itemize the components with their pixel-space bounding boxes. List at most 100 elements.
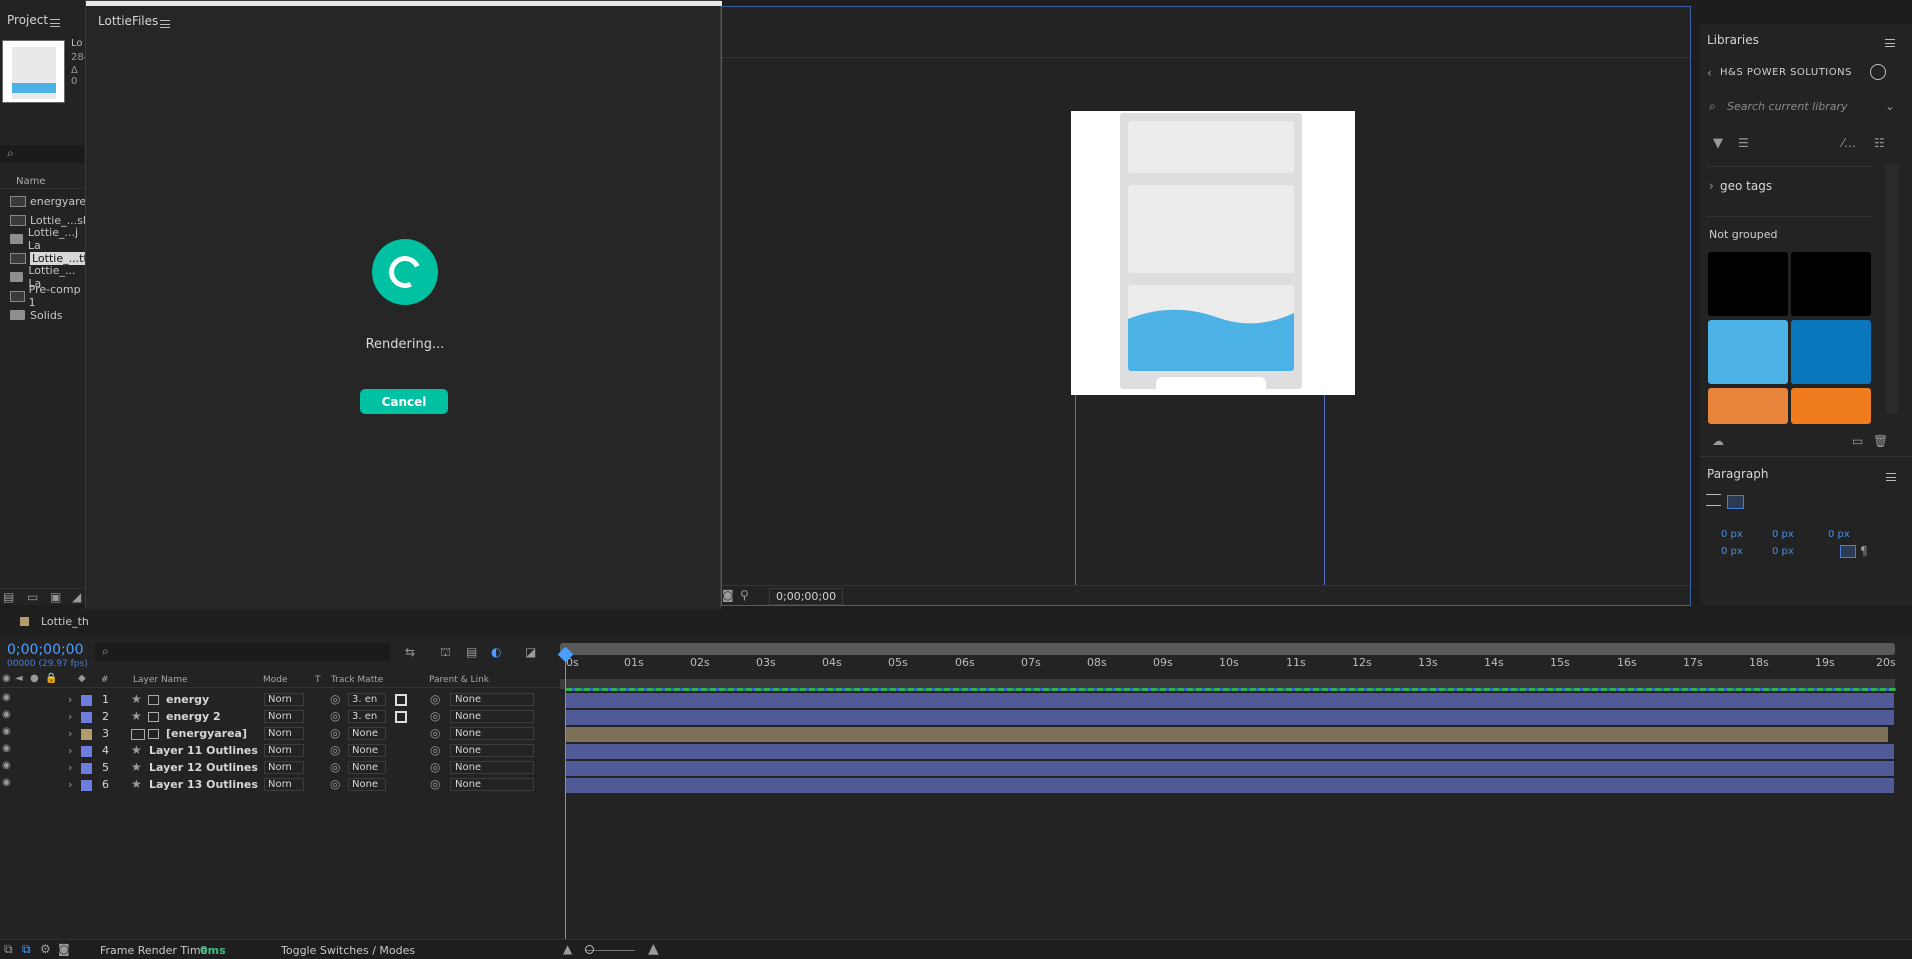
align-left-icon[interactable]: [1706, 494, 1721, 506]
color-swatch[interactable]: [1708, 252, 1788, 316]
project-search-input[interactable]: ⌕: [0, 145, 85, 163]
project-name-column[interactable]: Name: [16, 176, 46, 187]
color-swatch[interactable]: [1708, 320, 1788, 384]
group-chevron-icon[interactable]: ›: [1709, 180, 1714, 192]
cloud-icon[interactable]: ☁: [1712, 435, 1724, 447]
pickwhip-icon[interactable]: ◎: [430, 778, 440, 790]
expand-chevron-icon[interactable]: ›: [68, 778, 72, 791]
new-folder-icon[interactable]: ▭: [27, 591, 38, 603]
graph-editor-icon[interactable]: ◪: [525, 646, 536, 658]
shy-layers-icon[interactable]: ▤: [466, 646, 477, 658]
frame-blending-icon[interactable]: ◐: [491, 646, 501, 658]
comp-canvas[interactable]: [1071, 111, 1355, 395]
folder-icon[interactable]: ▭: [1852, 435, 1863, 447]
sort-icon[interactable]: ☰: [1738, 137, 1749, 149]
color-swatch[interactable]: [1791, 320, 1871, 384]
library-search-field[interactable]: ⌕ Search current library ⌄: [1707, 96, 1895, 118]
viewer-timecode[interactable]: 0;00;00;00: [769, 588, 844, 605]
paragraph-menu-icon[interactable]: [1886, 473, 1896, 481]
lottiefiles-title[interactable]: LottieFiles: [98, 14, 158, 28]
label-color[interactable]: [81, 763, 92, 774]
align-center-icon[interactable]: [1727, 495, 1744, 509]
indent-first-value[interactable]: 0 px: [1772, 529, 1794, 540]
track-matte-select[interactable]: None: [348, 744, 386, 757]
layer-bar[interactable]: [566, 744, 1894, 759]
track-matte-select[interactable]: None: [348, 727, 386, 740]
layer-row[interactable]: ◉ › 6 ★ Layer 13 Outlines Norn ◎ None ◎ …: [0, 777, 552, 794]
pickwhip-icon[interactable]: ◎: [430, 744, 440, 756]
transfer-controls-icon[interactable]: ⧉: [22, 943, 31, 955]
layer-bar[interactable]: [566, 778, 1894, 793]
parent-select[interactable]: None: [450, 710, 534, 723]
zoom-out-icon[interactable]: ▲: [563, 943, 572, 955]
layer-bar[interactable]: [566, 761, 1894, 776]
pickwhip-icon[interactable]: ◎: [430, 761, 440, 773]
expand-chevron-icon[interactable]: ›: [68, 693, 72, 706]
matte-toggle[interactable]: [395, 711, 407, 723]
col-layer-name[interactable]: Layer Name: [133, 675, 188, 685]
project-item[interactable]: Pre-comp 1: [10, 283, 85, 309]
timeline-search-input[interactable]: ⌕: [95, 643, 390, 661]
matte-link-icon[interactable]: ◎: [330, 761, 340, 773]
libraries-menu-icon[interactable]: [1885, 39, 1895, 47]
layer-name[interactable]: [energyarea]: [166, 727, 247, 740]
lottiefiles-menu-icon[interactable]: [160, 20, 170, 28]
trash-icon[interactable]: 🗑: [1873, 435, 1888, 447]
matte-link-icon[interactable]: ◎: [330, 710, 340, 722]
visibility-icon[interactable]: ◉: [2, 761, 11, 771]
project-panel-title[interactable]: Project: [7, 13, 48, 27]
parent-select[interactable]: None: [450, 693, 534, 706]
label-color[interactable]: [81, 712, 92, 723]
comp-mini-flowchart-icon[interactable]: ⇆: [405, 646, 415, 658]
layer-row[interactable]: ◉ › 2 ★ energy 2 Norn ◎ 3. en ◎ None: [0, 709, 552, 726]
visibility-icon[interactable]: ◉: [2, 710, 11, 720]
new-comp-icon[interactable]: ▣: [50, 591, 61, 603]
color-swatch[interactable]: [1708, 388, 1788, 424]
visibility-icon[interactable]: ◉: [2, 778, 11, 788]
layer-switches-icon[interactable]: ⧉: [4, 943, 13, 955]
visibility-icon[interactable]: ◉: [2, 744, 11, 754]
time-ruler[interactable]: [560, 643, 1895, 655]
project-item[interactable]: energyarea: [10, 192, 93, 210]
label-color[interactable]: [81, 695, 92, 706]
parent-select[interactable]: None: [450, 761, 534, 774]
project-item[interactable]: Lottie_...j La: [10, 226, 85, 252]
ltr-direction-icon[interactable]: [1840, 545, 1856, 558]
color-depth-icon[interactable]: ◢: [72, 591, 81, 603]
expand-chevron-icon[interactable]: ›: [68, 761, 72, 774]
pickwhip-icon[interactable]: ◎: [430, 727, 440, 739]
layer-name[interactable]: Layer 12 Outlines: [149, 761, 258, 774]
grid-view-icon[interactable]: ⁄…: [1842, 137, 1856, 149]
timeline-timecode[interactable]: 0;00;00;00: [7, 642, 84, 658]
label-color[interactable]: [81, 780, 92, 791]
chevron-down-icon[interactable]: ⌄: [1885, 100, 1895, 112]
snapshot-icon[interactable]: ◙: [722, 589, 734, 601]
interpret-footage-icon[interactable]: ▤: [3, 591, 14, 603]
matte-toggle[interactable]: [395, 694, 407, 706]
comp-tab[interactable]: Lottie_th: [20, 615, 89, 628]
toggle-switches-modes[interactable]: Toggle Switches / Modes: [281, 944, 415, 957]
layer-name[interactable]: energy: [166, 693, 209, 706]
track-matte-select[interactable]: None: [348, 778, 386, 791]
parent-select[interactable]: None: [450, 727, 534, 740]
mode-select[interactable]: Norn: [264, 693, 304, 706]
cancel-button[interactable]: Cancel: [360, 389, 448, 414]
visibility-icon[interactable]: ◉: [2, 693, 11, 703]
layer-name[interactable]: energy 2: [166, 710, 221, 723]
space-before-value[interactable]: 0 px: [1828, 529, 1850, 540]
libraries-title[interactable]: Libraries: [1707, 33, 1759, 47]
playhead[interactable]: [565, 649, 566, 939]
matte-link-icon[interactable]: ◎: [330, 778, 340, 790]
rtl-direction-icon[interactable]: ¶: [1860, 545, 1868, 557]
expand-chevron-icon[interactable]: ›: [68, 727, 72, 740]
parent-select[interactable]: None: [450, 778, 534, 791]
libraries-scrollbar[interactable]: [1886, 164, 1898, 414]
back-chevron-icon[interactable]: ‹: [1707, 67, 1712, 79]
library-name[interactable]: H&S POWER SOLUTIONS: [1720, 67, 1852, 78]
layer-bar[interactable]: [566, 727, 1888, 742]
matte-link-icon[interactable]: ◎: [330, 744, 340, 756]
project-item[interactable]: Solids: [10, 306, 63, 324]
mode-select[interactable]: Norn: [264, 727, 304, 740]
track-matte-select[interactable]: None: [348, 761, 386, 774]
paragraph-title[interactable]: Paragraph: [1707, 467, 1768, 481]
